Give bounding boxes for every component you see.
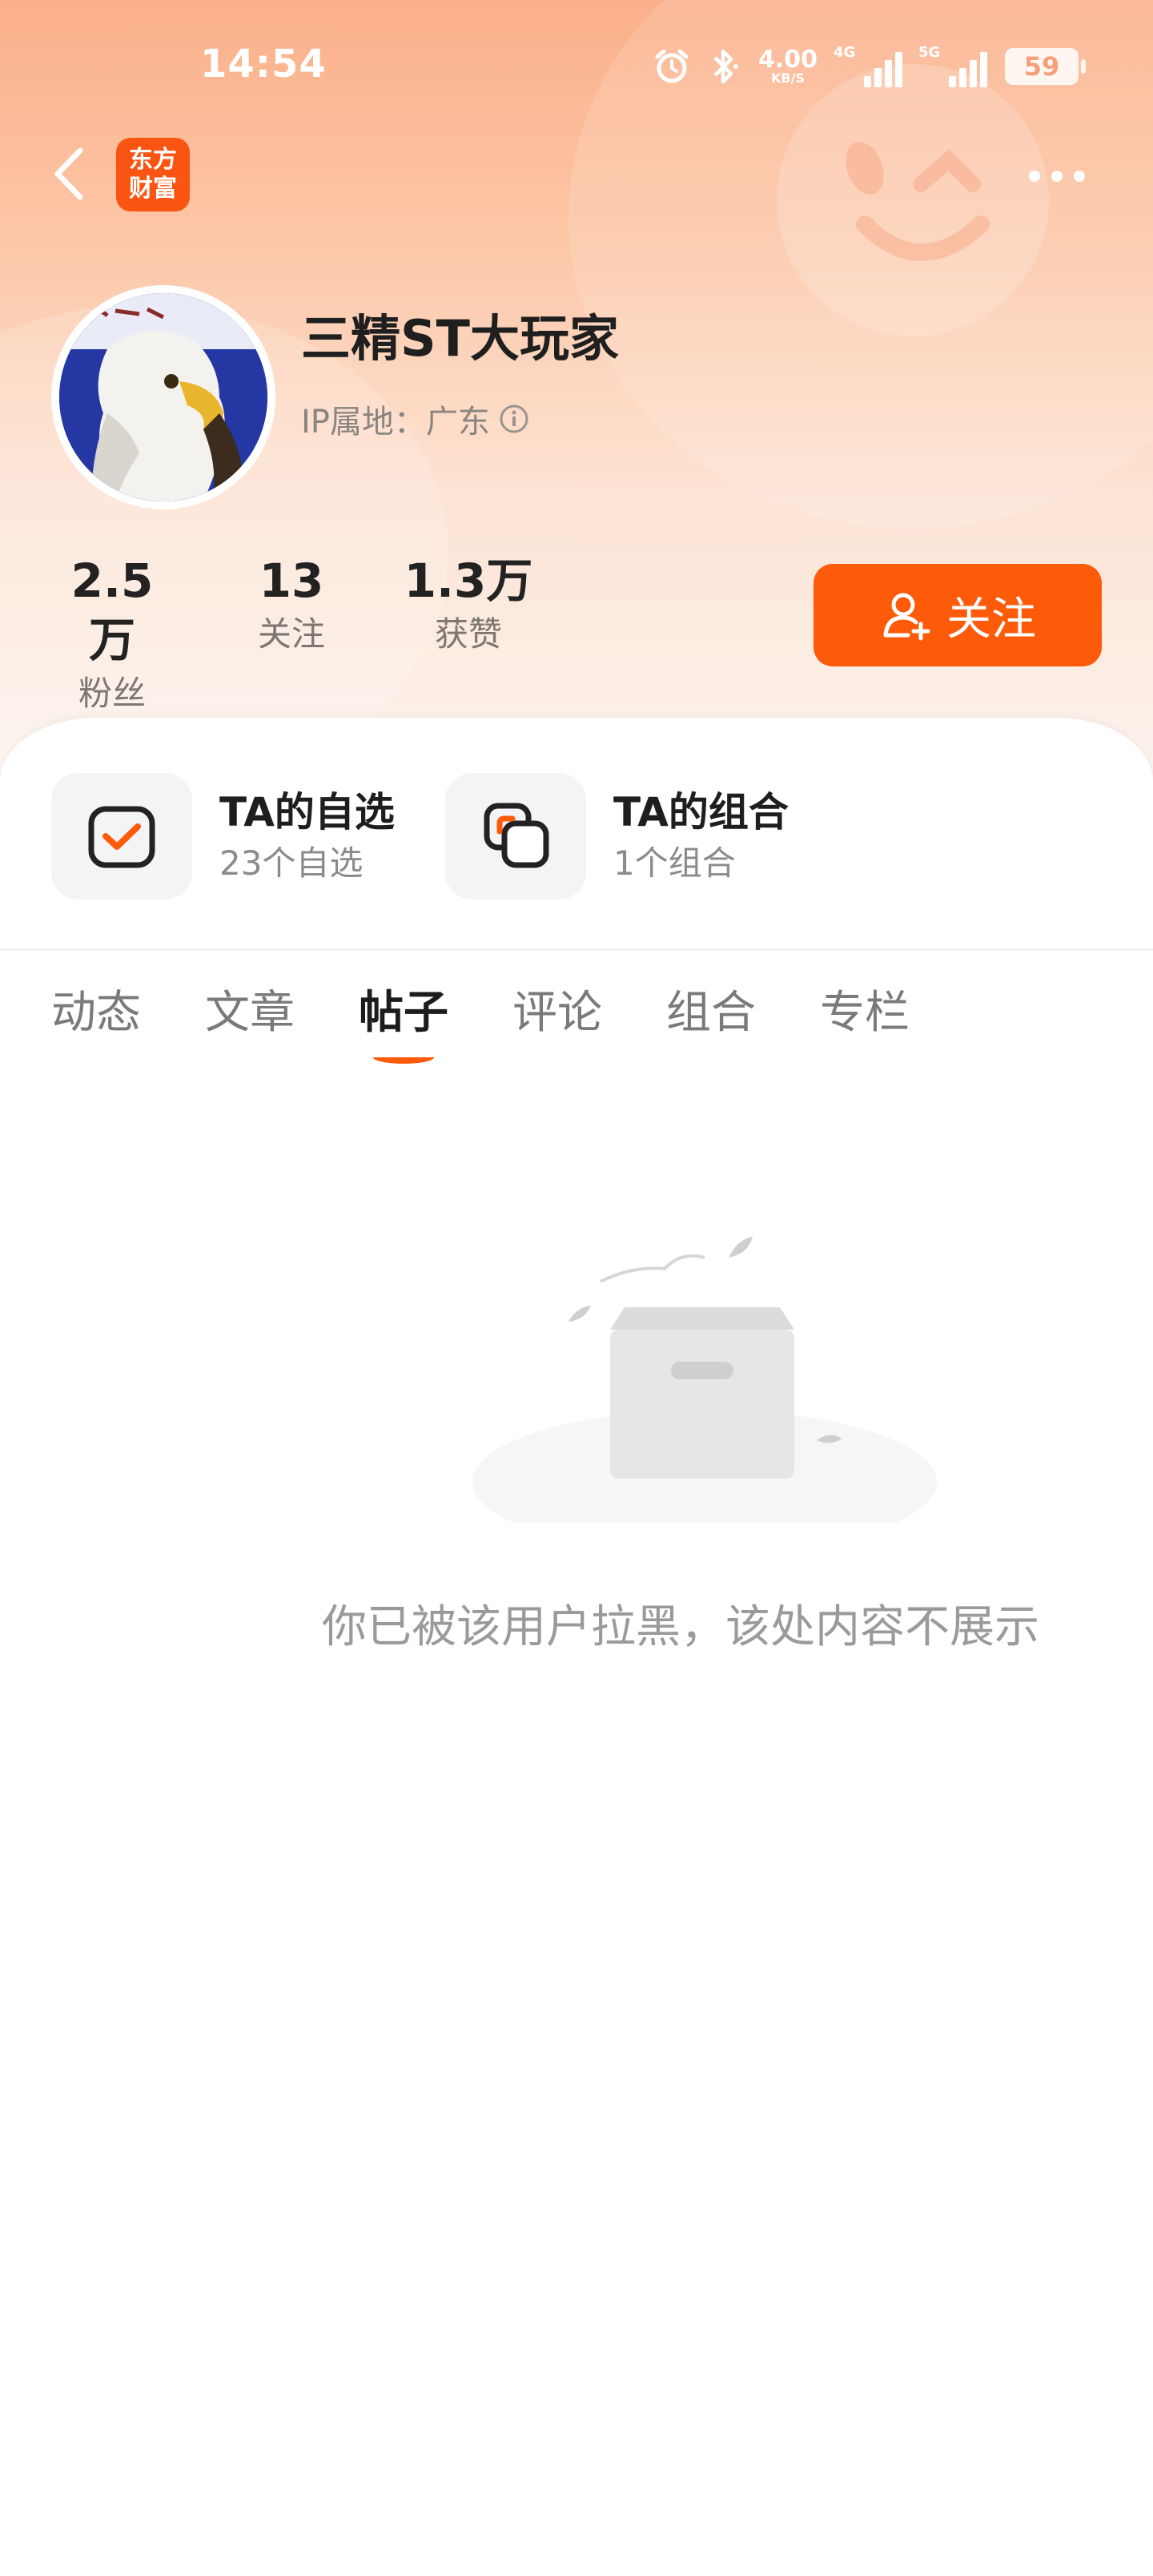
portfolio-title: TA的组合 [613, 789, 789, 835]
signal-5g-icon: 5G [918, 44, 988, 87]
signal-4g-label: 4G [834, 44, 856, 61]
tab-columns[interactable]: 专栏 [820, 985, 910, 1065]
tab-posts[interactable]: 帖子 [359, 985, 448, 1065]
chevron-left-icon [54, 147, 83, 200]
stat-likes[interactable]: 1.3万 获赞 [400, 551, 536, 658]
watchlist-count: 23个自选 [219, 843, 364, 883]
empty-box-illustration [472, 1237, 937, 1522]
alarm-icon [655, 49, 689, 83]
active-tab-indicator [373, 1051, 434, 1064]
portfolio-entry[interactable]: TA的组合 1个组合 [445, 772, 789, 900]
avatar[interactable] [51, 285, 275, 509]
app-logo: 东方 财富 [116, 138, 190, 211]
bluetooth-icon [713, 49, 738, 84]
logo-line-1: 东方 [129, 146, 177, 174]
checkbox-icon [88, 806, 155, 868]
watchlist-entry[interactable]: TA的自选 23个自选 [51, 772, 395, 900]
portfolio-count: 1个组合 [613, 843, 736, 883]
follow-button-label: 关注 [946, 593, 1036, 646]
blocked-message: 你已被该用户拉黑，该处内容不展示 [322, 1601, 1039, 1653]
stat-following[interactable]: 13 关注 [235, 551, 348, 658]
portfolio-icon [484, 803, 549, 868]
content-tabs: 动态 文章 帖子 评论 组合 专栏 [51, 985, 910, 1065]
network-speed: 4.00 KB/S [758, 48, 818, 85]
battery-level: 59 [1023, 51, 1060, 82]
following-count: 13 [259, 553, 324, 608]
eagle-avatar-image [59, 293, 267, 501]
status-time: 14:54 [200, 42, 327, 87]
network-speed-unit: KB/S [771, 70, 805, 86]
signal-5g-label: 5G [918, 44, 941, 61]
portfolio-icon-box [445, 773, 586, 900]
tab-portfolios[interactable]: 组合 [666, 985, 756, 1065]
likes-count: 1.3万 [404, 553, 533, 608]
back-button[interactable] [46, 138, 94, 210]
tab-comments[interactable]: 评论 [512, 985, 602, 1065]
tab-articles[interactable]: 文章 [205, 985, 295, 1065]
status-icons: 4.00 KB/S 4G 5G 59 [653, 38, 1087, 95]
ip-location-label: IP属地：广东 [301, 404, 490, 441]
following-label: 关注 [257, 614, 325, 654]
tab-posts-label: 帖子 [359, 987, 448, 1039]
likes-label: 获赞 [434, 614, 502, 654]
network-speed-value: 4.00 [758, 46, 818, 74]
more-options-button[interactable] [1029, 160, 1101, 192]
logo-line-2: 财富 [129, 175, 177, 203]
more-dots-icon [1029, 171, 1040, 182]
status-bar: 14:54 4.00 KB/S 4G 5G 59 [0, 0, 1153, 136]
watchlist-icon-box [51, 773, 192, 900]
fans-label: 粉丝 [78, 674, 146, 713]
ip-location: IP属地：广东 [301, 396, 530, 442]
tab-dynamics[interactable]: 动态 [51, 985, 141, 1065]
add-user-icon [883, 593, 930, 641]
signal-4g-icon: 4G [834, 44, 903, 87]
profile-page: 14:54 4.00 KB/S 4G 5G 59 东方 财富 三精ST大玩家 I… [0, 0, 1153, 2576]
watchlist-title: TA的自选 [219, 789, 395, 835]
follow-button[interactable]: 关注 [814, 564, 1102, 666]
info-icon[interactable] [498, 403, 530, 435]
battery-icon: 59 [1005, 48, 1087, 85]
stat-fans[interactable]: 2.5万 粉丝 [48, 551, 176, 718]
fans-count: 2.5万 [70, 553, 154, 667]
username: 三精ST大玩家 [301, 309, 619, 368]
section-divider [0, 948, 1153, 951]
